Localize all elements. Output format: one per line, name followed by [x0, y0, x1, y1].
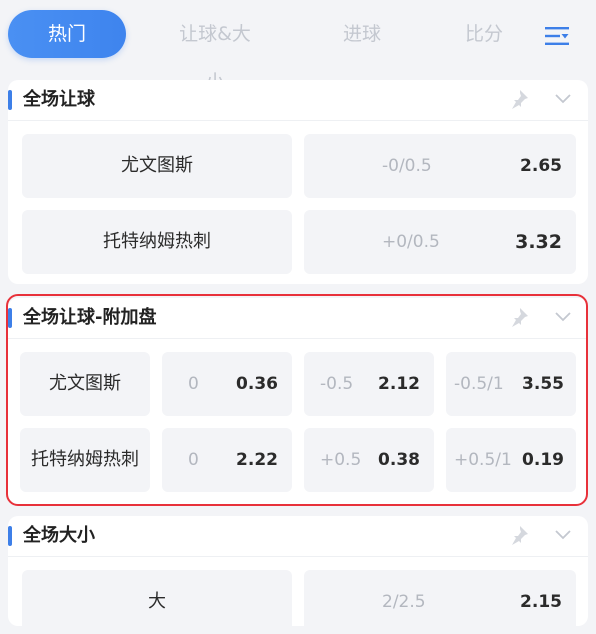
pin-icon[interactable]	[508, 306, 530, 328]
section-accent-bar	[8, 90, 12, 110]
tab-score[interactable]: 比分	[462, 10, 506, 58]
pin-icon[interactable]	[508, 524, 530, 546]
team-name: 尤文图斯	[121, 155, 193, 176]
odds-button[interactable]: +0.5/1 0.19	[446, 428, 576, 492]
handicap-line: 0	[188, 450, 199, 470]
odds-value: 0.19	[522, 450, 564, 470]
odds-button[interactable]: 2/2.5 2.15	[304, 570, 576, 634]
handicap-line: +0.5	[320, 450, 362, 470]
odds-button[interactable]: 0 2.22	[162, 428, 292, 492]
filter-menu-icon[interactable]	[545, 26, 569, 46]
tab-handicap-totals[interactable]: 让球&大小	[170, 10, 260, 93]
odds-value: 2.22	[236, 450, 278, 470]
totals-over-cell: 大	[22, 570, 292, 634]
chevron-down-icon[interactable]	[554, 310, 572, 322]
section-title: 全场让球-附加盘	[23, 307, 157, 328]
team-name: 托特纳姆热刺	[31, 449, 139, 470]
team-name: 尤文图斯	[49, 373, 121, 394]
divider	[8, 556, 588, 557]
section-header: 全场让球	[8, 80, 588, 120]
odds-value: 2.15	[520, 592, 562, 612]
odds-button[interactable]: 0 0.36	[162, 352, 292, 416]
team-home-cell: 尤文图斯	[22, 134, 292, 198]
tab-hot[interactable]: 热门	[8, 10, 126, 58]
tab-bar: 热门 让球&大小 进球 比分	[0, 0, 596, 93]
odds-value: 2.65	[520, 156, 562, 176]
handicap-line: -0.5	[320, 374, 354, 394]
section-title: 全场让球	[23, 89, 95, 110]
chevron-down-icon[interactable]	[554, 92, 572, 104]
odds-button[interactable]: -0.5/1 3.55	[446, 352, 576, 416]
team-away-cell: 托特纳姆热刺	[22, 210, 292, 274]
divider	[8, 120, 588, 121]
handicap-line: +0.5/1	[454, 450, 512, 470]
odds-value: 3.55	[522, 374, 564, 394]
odds-value: 0.36	[236, 374, 278, 394]
odds-button[interactable]: -0.5 2.12	[304, 352, 434, 416]
section-accent-bar	[8, 526, 12, 546]
section-accent-bar	[8, 308, 12, 328]
odds-button[interactable]: -0/0.5 2.65	[304, 134, 576, 198]
section-handicap-extra: 全场让球-附加盘 尤文图斯 0 0.36 -0.5 2.12 -0.5/1 3.…	[8, 298, 588, 504]
divider	[8, 338, 588, 339]
team-home-cell: 尤文图斯	[20, 352, 150, 416]
team-away-cell: 托特纳姆热刺	[20, 428, 150, 492]
odds-button[interactable]: +0/0.5 3.32	[304, 210, 576, 274]
section-header: 全场让球-附加盘	[8, 298, 588, 338]
chevron-down-icon[interactable]	[554, 528, 572, 540]
odds-value: 2.12	[378, 374, 420, 394]
section-header: 全场大小	[8, 516, 588, 556]
handicap-line: 2/2.5	[382, 592, 426, 612]
odds-button[interactable]: +0.5 0.38	[304, 428, 434, 492]
team-name: 托特纳姆热刺	[103, 231, 211, 252]
pin-icon[interactable]	[508, 88, 530, 110]
section-title: 全场大小	[23, 525, 95, 546]
handicap-line: -0.5/1	[454, 374, 504, 394]
section-full-totals: 全场大小 大 2/2.5 2.15	[8, 516, 588, 634]
odds-value: 0.38	[378, 450, 420, 470]
section-full-handicap: 全场让球 尤文图斯 -0/0.5 2.65 托特纳姆热刺 +0/0.5 3.32	[8, 80, 588, 284]
odds-value: 3.32	[515, 231, 562, 253]
handicap-line: -0/0.5	[382, 156, 432, 176]
team-name: 大	[148, 591, 166, 612]
handicap-line: 0	[188, 374, 199, 394]
tab-goals[interactable]: 进球	[340, 10, 384, 58]
handicap-line: +0/0.5	[382, 232, 440, 252]
